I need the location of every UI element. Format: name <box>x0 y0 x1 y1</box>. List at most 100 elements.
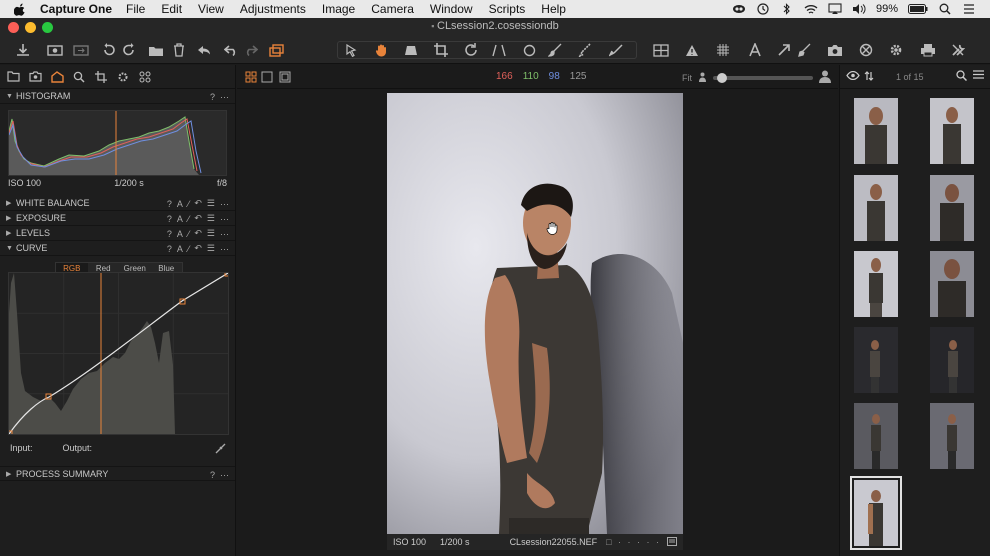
picker-icon[interactable]: ⁄ <box>188 199 190 209</box>
menu-file[interactable]: File <box>126 2 145 16</box>
menu-edit[interactable]: Edit <box>161 2 182 16</box>
rotate-tool-icon[interactable] <box>460 40 482 60</box>
airplay-icon[interactable] <box>828 3 842 15</box>
thumbnail-3[interactable] <box>854 175 898 241</box>
process-summary-header[interactable]: ▶ PROCESS SUMMARY ? ··· <box>0 466 235 481</box>
menu-scripts[interactable]: Scripts <box>489 2 526 16</box>
main-photo[interactable] <box>387 93 683 534</box>
color-tab-icon[interactable] <box>50 70 64 84</box>
eraser-icon[interactable] <box>574 40 596 60</box>
reset-icon[interactable]: ↶ <box>194 243 202 254</box>
pan-hand-icon[interactable] <box>370 40 392 60</box>
presets-icon[interactable]: ☰ <box>207 228 215 239</box>
circle-mask-icon[interactable] <box>518 40 540 60</box>
sort-icon[interactable] <box>864 70 874 83</box>
thumbnail-9[interactable] <box>854 403 898 469</box>
menu-view[interactable]: View <box>198 2 224 16</box>
brush-icon[interactable] <box>544 40 566 60</box>
select-cursor-icon[interactable] <box>340 40 362 60</box>
keystone-icon[interactable] <box>488 40 510 60</box>
lens-tab-icon[interactable] <box>94 70 108 84</box>
menu-camera[interactable]: Camera <box>371 2 414 16</box>
trash-icon[interactable] <box>168 40 190 60</box>
rating-dots[interactable]: □ · · · · · <box>606 537 661 547</box>
camera-settings-icon[interactable] <box>824 40 846 60</box>
details-tab-icon[interactable] <box>72 70 86 84</box>
undo-icon[interactable] <box>220 40 242 60</box>
presets-icon[interactable]: ☰ <box>207 198 215 209</box>
histogram-header[interactable]: ▼ HISTOGRAM ? ··· <box>0 89 235 104</box>
thumbnail-7[interactable] <box>854 327 898 393</box>
picker-icon[interactable]: ⁄ <box>188 214 190 224</box>
menu-window[interactable]: Window <box>430 2 473 16</box>
picker-icon[interactable]: ⁄ <box>188 244 190 254</box>
rotate-left-icon[interactable] <box>98 40 120 60</box>
volume-icon[interactable] <box>852 3 866 15</box>
view-eye-icon[interactable] <box>846 70 860 82</box>
menu-image[interactable]: Image <box>322 2 355 16</box>
thumbnail-6[interactable] <box>930 251 974 317</box>
auto-icon[interactable]: A <box>177 229 183 239</box>
help-icon[interactable]: ? <box>167 229 172 239</box>
curve-graph[interactable] <box>6 270 231 437</box>
more-icon[interactable]: ··· <box>220 229 229 239</box>
copy-apply-icon[interactable] <box>266 40 288 60</box>
thumbnail-10[interactable] <box>930 403 974 469</box>
curve-header[interactable]: ▼ CURVE ? A ⁄ ↶ ☰ ··· <box>0 241 235 256</box>
grid-view-icon[interactable] <box>650 40 672 60</box>
browser-menu-icon[interactable] <box>973 70 984 83</box>
move-to-folder-icon[interactable] <box>145 40 167 60</box>
zoom-slider[interactable] <box>713 72 813 83</box>
loupe-icon[interactable] <box>400 40 422 60</box>
link-arrow-icon[interactable] <box>773 40 795 60</box>
metadata-tab-icon[interactable] <box>138 70 152 84</box>
wifi-icon[interactable] <box>804 3 818 15</box>
creative-cloud-icon[interactable] <box>732 3 746 15</box>
library-tab-icon[interactable] <box>6 70 20 84</box>
menu-adjustments[interactable]: Adjustments <box>240 2 306 16</box>
reset-icon[interactable]: ↶ <box>194 228 202 239</box>
thumbnail-1[interactable] <box>854 98 898 164</box>
more-icon[interactable]: ··· <box>220 470 229 480</box>
more-icon[interactable]: ··· <box>220 199 229 209</box>
auto-icon[interactable]: A <box>177 244 183 254</box>
crop-icon[interactable] <box>430 40 452 60</box>
thumbnail-5[interactable] <box>854 251 898 317</box>
reset-icon[interactable]: ↶ <box>194 213 202 224</box>
rotate-right-icon[interactable] <box>118 40 140 60</box>
info-icon[interactable] <box>667 536 677 548</box>
color-picker-icon[interactable] <box>794 40 816 60</box>
capture-icon[interactable] <box>44 40 66 60</box>
exposure-warning-icon[interactable] <box>681 40 703 60</box>
help-icon[interactable]: ? <box>210 470 215 480</box>
zoom-slider-knob[interactable] <box>717 72 727 83</box>
curve-picker-icon[interactable] <box>215 443 226 457</box>
help-icon[interactable]: ? <box>210 92 215 102</box>
presets-icon[interactable]: ☰ <box>207 243 215 254</box>
apple-icon[interactable] <box>14 3 28 16</box>
primary-view-icon[interactable] <box>279 71 291 83</box>
time-machine-icon[interactable] <box>756 3 770 15</box>
fit-label[interactable]: Fit <box>682 73 692 83</box>
grid-overlay-icon[interactable] <box>712 40 734 60</box>
help-icon[interactable]: ? <box>167 214 172 224</box>
thumbnail-2[interactable] <box>930 98 974 164</box>
battery-icon[interactable] <box>908 3 928 15</box>
thumbnail-4[interactable] <box>930 175 974 241</box>
thumbnail-11-selected[interactable] <box>850 476 902 550</box>
gradient-mask-icon[interactable] <box>605 40 627 60</box>
bluetooth-icon[interactable] <box>780 3 794 15</box>
single-view-icon[interactable] <box>261 71 273 83</box>
import-icon[interactable] <box>12 40 34 60</box>
process-icon[interactable] <box>855 40 877 60</box>
spotlight-icon[interactable] <box>938 3 952 15</box>
adjustments-tab-icon[interactable] <box>116 70 130 84</box>
app-menu[interactable]: Capture One <box>40 2 112 16</box>
redo-icon[interactable] <box>240 40 262 60</box>
reset-icon[interactable]: ↶ <box>194 198 202 209</box>
menu-help[interactable]: Help <box>541 2 566 16</box>
more-icon[interactable]: ··· <box>220 244 229 254</box>
tools-wrench-icon[interactable] <box>947 40 969 60</box>
print-icon[interactable] <box>917 40 939 60</box>
levels-header[interactable]: ▶ LEVELS ? A ⁄ ↶ ☰ ··· <box>0 226 235 241</box>
